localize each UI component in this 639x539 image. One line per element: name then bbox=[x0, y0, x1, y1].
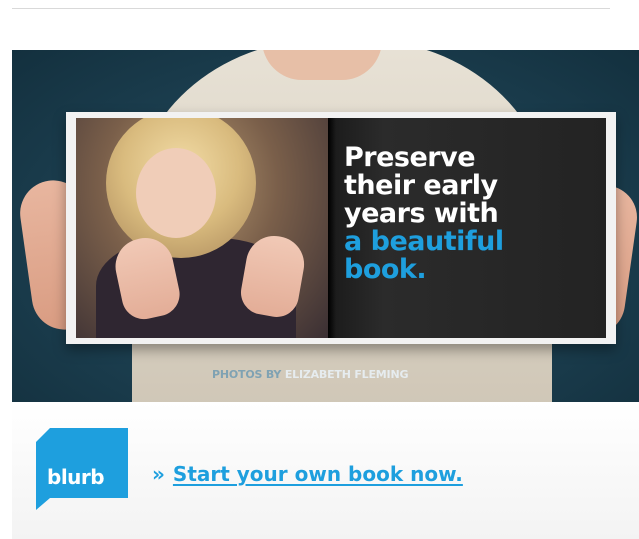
headline-line-4: a beautiful bbox=[344, 226, 504, 257]
hero-photo[interactable]: Preserve their early years with a beauti… bbox=[12, 50, 639, 402]
cta-arrow: » bbox=[152, 462, 165, 486]
photo-credit-prefix: PHOTOS BY bbox=[212, 368, 282, 381]
open-photo-book: Preserve their early years with a beauti… bbox=[66, 112, 616, 344]
headline-line-2: their early bbox=[344, 170, 498, 201]
blurb-logo-text: blurb bbox=[47, 465, 105, 489]
headline-line-5: book. bbox=[344, 254, 427, 285]
book-left-page-photo bbox=[76, 118, 328, 338]
photo-credit: PHOTOS BY ELIZABETH FLEMING bbox=[212, 368, 408, 381]
start-book-link[interactable]: Start your own book now. bbox=[173, 462, 463, 486]
ad-footer: blurb » Start your own book now. bbox=[12, 402, 639, 539]
headline-line-3: years with bbox=[344, 198, 499, 229]
child-face bbox=[136, 148, 216, 238]
book-spine bbox=[328, 118, 336, 338]
top-divider bbox=[12, 8, 610, 9]
call-to-action[interactable]: » Start your own book now. bbox=[152, 462, 463, 486]
blurb-ad-banner[interactable]: Preserve their early years with a beauti… bbox=[12, 8, 639, 539]
photo-credit-name: ELIZABETH FLEMING bbox=[284, 368, 409, 381]
blurb-logo[interactable]: blurb bbox=[36, 428, 128, 510]
book-right-page: Preserve their early years with a beauti… bbox=[328, 118, 606, 338]
headline: Preserve their early years with a beauti… bbox=[344, 144, 504, 284]
headline-line-1: Preserve bbox=[344, 142, 476, 173]
